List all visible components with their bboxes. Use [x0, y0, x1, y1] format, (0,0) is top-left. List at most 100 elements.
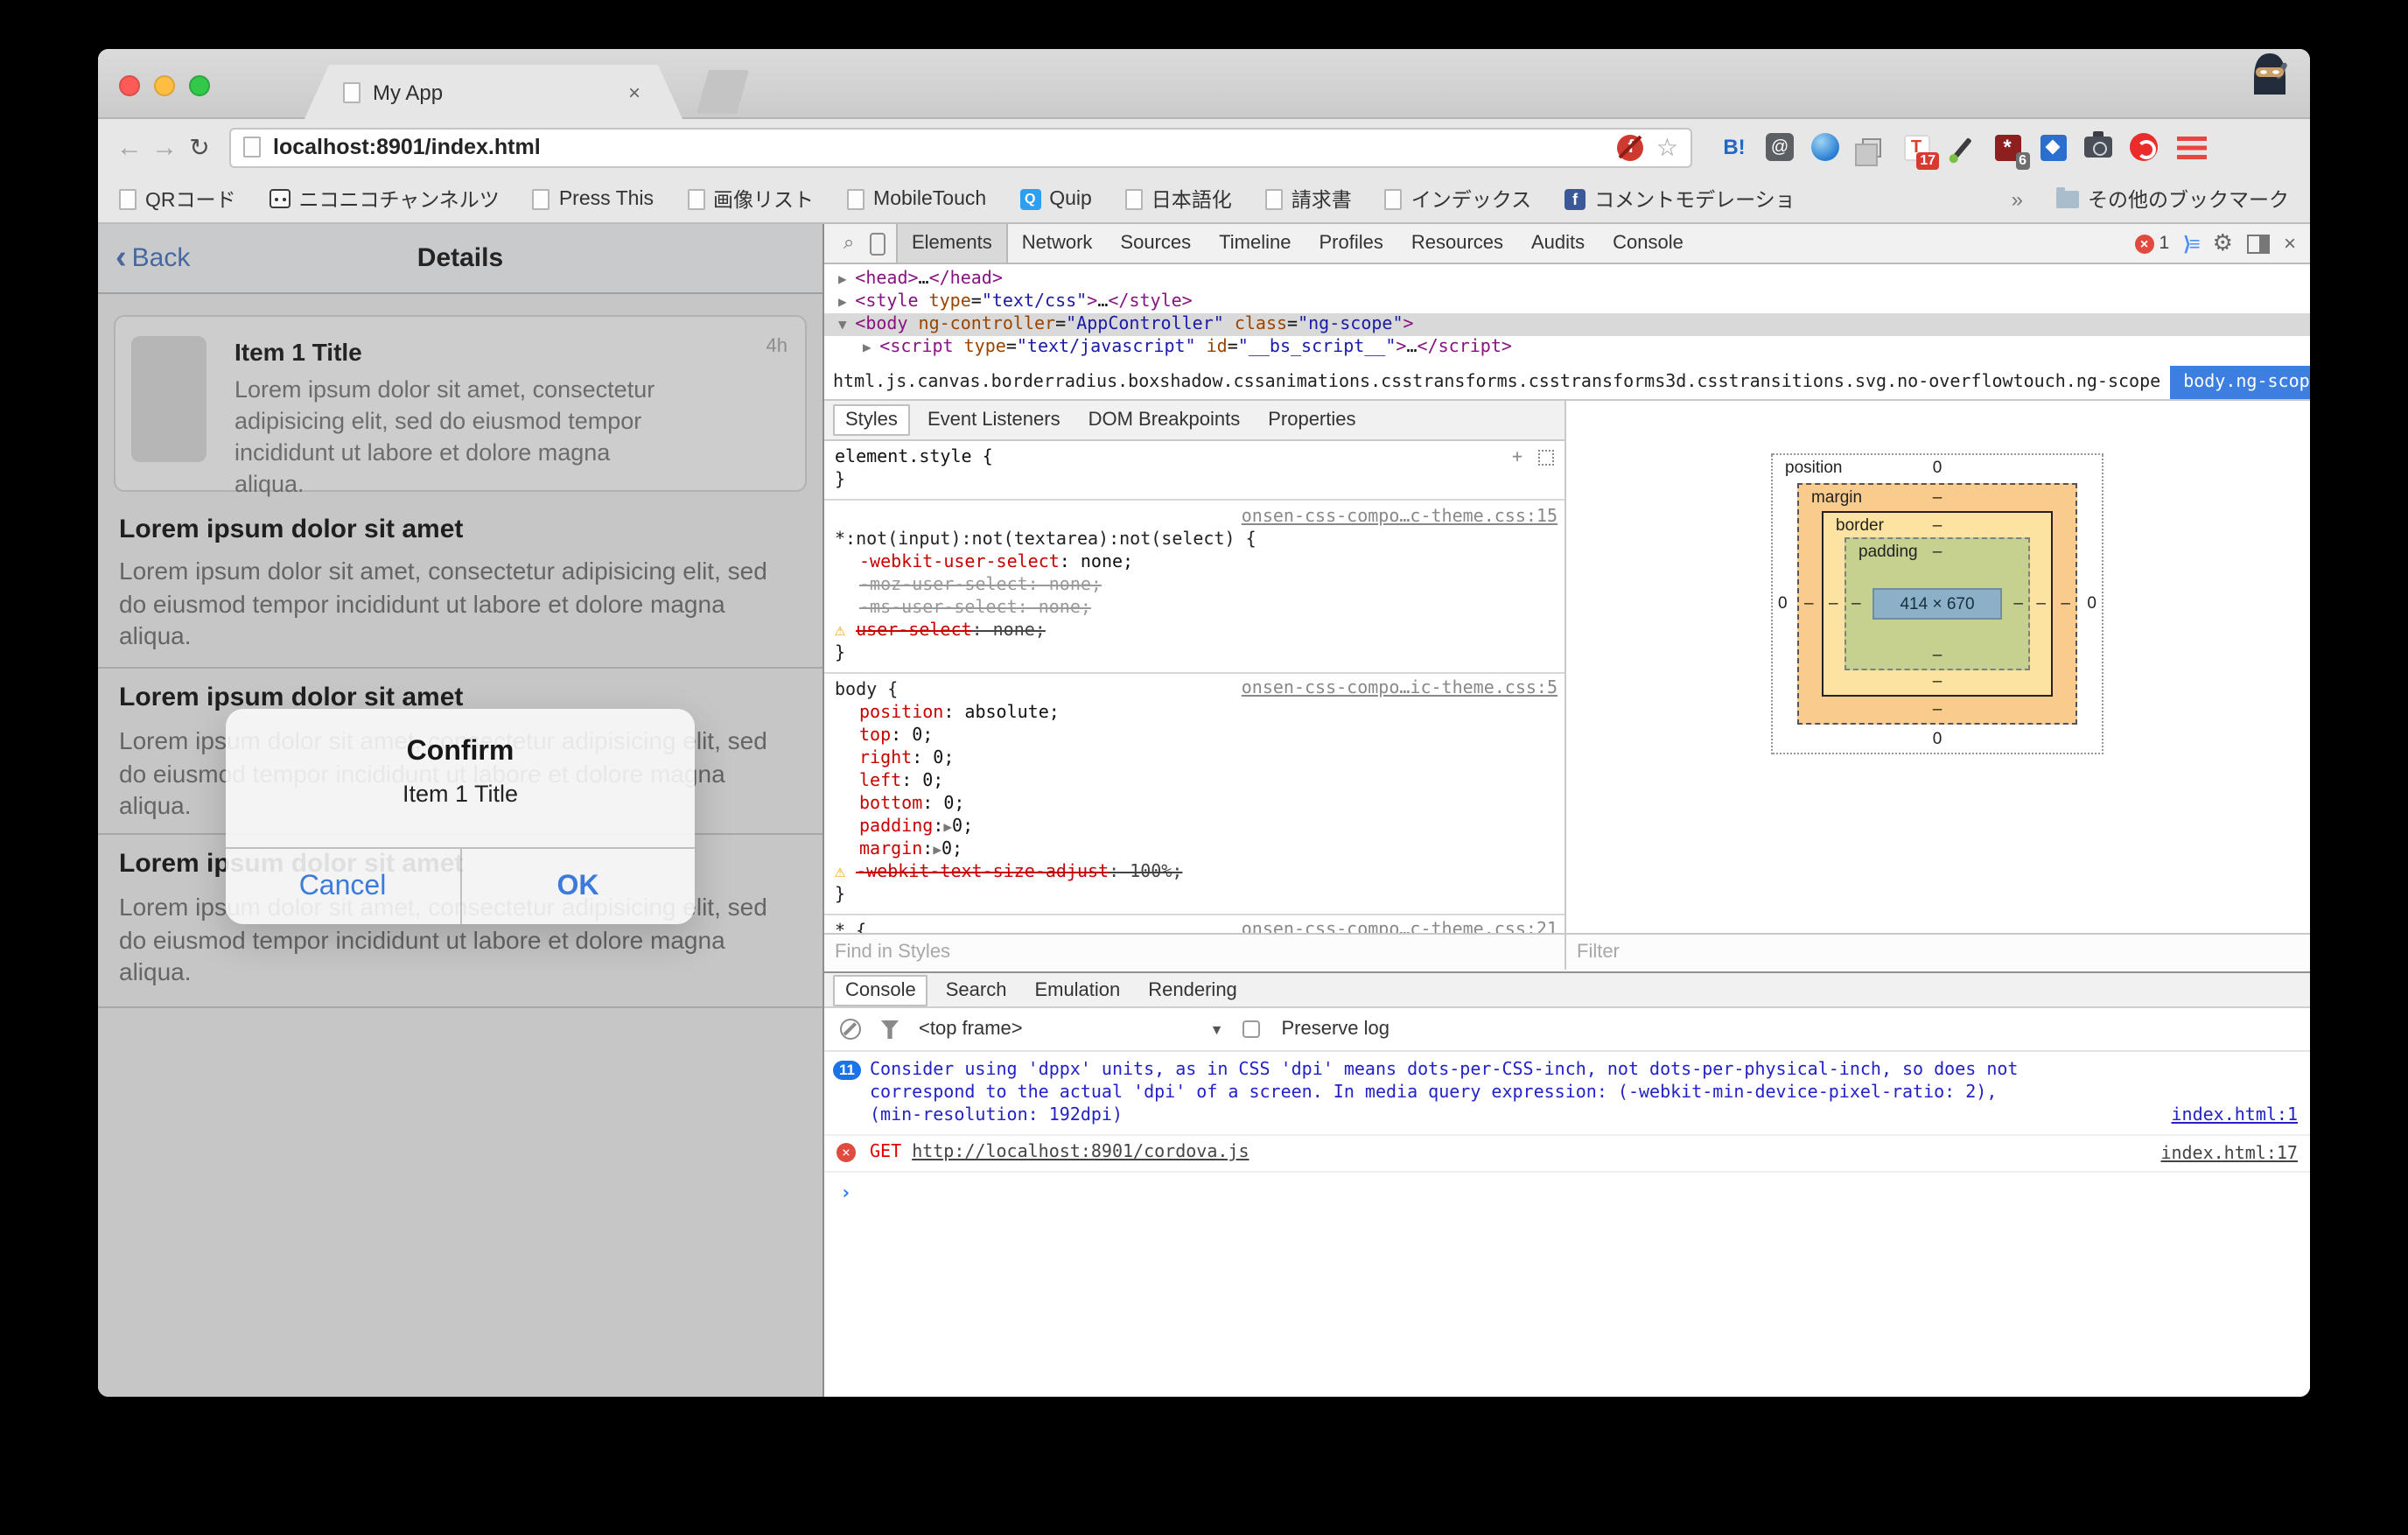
settings-gear-icon[interactable]: ⚙ [2213, 229, 2233, 257]
asterisk-extension-icon[interactable]: *6 [1992, 131, 2023, 163]
hatena-extension-icon[interactable]: B! [1718, 131, 1750, 163]
box-model-content-size: 414 × 670 [1872, 588, 2002, 620]
console-source-link[interactable]: index.html:1 [2172, 1104, 2299, 1127]
item-card-time: 4h [766, 336, 788, 357]
tab-timeline[interactable]: Timeline [1205, 224, 1305, 263]
preserve-log-checkbox[interactable] [1243, 1020, 1261, 1038]
tab-sources[interactable]: Sources [1106, 224, 1205, 263]
bookmark-mobiletouch[interactable]: MobileTouch [847, 188, 986, 209]
ok-button[interactable]: OK [459, 849, 695, 924]
bookmark-nico[interactable]: ニコニコチャンネルツ [270, 185, 500, 213]
at-extension-icon[interactable]: @ [1764, 131, 1796, 163]
breadcrumb-html[interactable]: html.js.canvas.borderradius.boxshadow.cs… [824, 373, 2169, 392]
camera-extension-icon[interactable] [2082, 131, 2114, 163]
list-item-title[interactable]: Lorem ipsum dolor sit amet [119, 515, 802, 544]
tab-dom-breakpoints[interactable]: DOM Breakpoints [1078, 406, 1251, 434]
tab-properties[interactable]: Properties [1257, 406, 1366, 434]
diamond-extension-icon[interactable] [2037, 131, 2068, 163]
find-in-styles-input[interactable]: Find in Styles [824, 933, 1566, 970]
repeat-count-badge: 11 [833, 1061, 861, 1080]
bookmark-seikyusho[interactable]: 請求書 [1265, 185, 1352, 213]
item-card[interactable]: Item 1 Title 4h Lorem ipsum dolor sit am… [114, 315, 807, 492]
css-rule-user-select[interactable]: onsen-css-compo…c-theme.css:15 *:not(inp… [824, 501, 1564, 674]
tab-close-icon[interactable]: × [625, 80, 644, 104]
desktop: My App × ← → ↻ localhost:8901/index.ht [0, 0, 2408, 1535]
close-window-button[interactable] [119, 75, 140, 96]
chrome-menu-icon[interactable] [2177, 136, 2207, 158]
breadcrumb-body-selected[interactable]: body.ng-scope [2169, 366, 2310, 399]
box-model-diagram[interactable]: position 0 0 0 0 margin – – – – border [1771, 453, 2104, 754]
search-icon[interactable]: ⌕ [831, 232, 866, 255]
css-source-link[interactable]: onsen-css-compo…c-theme.css:21 [1242, 921, 1558, 933]
element-style-rule[interactable]: + element.style { } [824, 441, 1564, 501]
reload-button[interactable]: ↻ [182, 132, 217, 162]
bookmark-nihongoka[interactable]: 日本語化 [1125, 185, 1232, 213]
element-picker-icon[interactable] [1538, 450, 1554, 466]
tab-elements[interactable]: Elements [896, 224, 1008, 263]
tab-search[interactable]: Search [935, 976, 1018, 1004]
authy-extension-icon[interactable] [2128, 131, 2160, 163]
frame-selector-caret-icon[interactable]: ▼ [1210, 1021, 1224, 1037]
layers-extension-icon[interactable] [1855, 131, 1886, 163]
tab-network[interactable]: Network [1008, 224, 1107, 263]
list-item-title[interactable]: Lorem ipsum dolor sit amet [119, 683, 802, 712]
bookmark-gazou[interactable]: 画像リスト [687, 185, 814, 213]
eyedropper-extension-icon[interactable] [1946, 131, 1978, 163]
tab-profiles[interactable]: Profiles [1305, 224, 1396, 263]
tab-resources[interactable]: Resources [1397, 224, 1517, 263]
dom-node-body-selected[interactable]: ▼ <body ng-controller="AppController" cl… [824, 313, 2310, 336]
css-source-link[interactable]: onsen-css-compo…ic-theme.css:5 [1242, 679, 1558, 698]
clear-console-icon[interactable] [840, 1019, 861, 1040]
app-back-button[interactable]: ‹Back [116, 239, 190, 277]
styles-section-tabs: Styles Event Listeners DOM Breakpoints P… [824, 401, 1564, 441]
device-mode-icon[interactable] [870, 232, 886, 255]
computed-filter-input[interactable]: Filter [1566, 933, 2310, 970]
tab-rendering[interactable]: Rendering [1138, 976, 1248, 1004]
dom-node-head[interactable]: ▶ <head>…</head> [824, 268, 2310, 291]
bookmark-qr[interactable]: QRコード [119, 185, 236, 213]
globe-extension-icon[interactable] [1810, 131, 1841, 163]
minimize-window-button[interactable] [154, 75, 175, 96]
tab-audits[interactable]: Audits [1517, 224, 1599, 263]
address-bar[interactable]: localhost:8901/index.html f ☆ [229, 127, 1692, 167]
tab-styles[interactable]: Styles [833, 404, 910, 436]
dom-node-style[interactable]: ▶ <style type="text/css">…</style> [824, 291, 2310, 313]
app-toolbar: ‹Back Details [98, 224, 822, 294]
browser-tab[interactable]: My App × [304, 65, 682, 119]
dom-node-script[interactable]: ▶ <script type="text/javascript" id="__b… [824, 336, 2310, 359]
window-controls [119, 75, 210, 96]
cancel-button[interactable]: Cancel [226, 849, 459, 924]
td-extension-icon[interactable]: T17 [1900, 131, 1932, 163]
bookmark-pressthis[interactable]: Press This [533, 188, 654, 209]
other-bookmarks-button[interactable]: その他のブックマーク [2056, 185, 2289, 213]
url-text[interactable]: localhost:8901/index.html [273, 135, 1618, 159]
tab-event-listeners[interactable]: Event Listeners [917, 406, 1071, 434]
error-count-badge[interactable]: ×1 [2135, 233, 2170, 254]
bookmark-star-icon[interactable]: ☆ [1656, 132, 1678, 162]
tab-console[interactable]: Console [1599, 224, 1698, 263]
bookmark-index[interactable]: インデックス [1385, 185, 1531, 213]
css-rule-star[interactable]: onsen-css-compo…c-theme.css:21 * { [824, 915, 1564, 933]
bookmark-comment-moderation[interactable]: fコメントモデレーショ [1564, 185, 1796, 213]
new-tab-button[interactable] [696, 70, 749, 114]
tab-emulation[interactable]: Emulation [1024, 976, 1130, 1004]
page-icon [687, 188, 704, 209]
tab-console[interactable]: Console [833, 974, 928, 1006]
console-source-link[interactable]: index.html:17 [2160, 1143, 2298, 1166]
bookmarks-overflow-icon[interactable]: » [2012, 186, 2023, 211]
filter-icon[interactable] [880, 1020, 900, 1039]
back-button[interactable]: ← [112, 132, 147, 162]
bookmark-quip[interactable]: QQuip [1019, 188, 1092, 209]
css-rule-body[interactable]: onsen-css-compo…ic-theme.css:5 body { po… [824, 674, 1564, 915]
frame-selector[interactable]: <top frame> [919, 1019, 1023, 1040]
dialog-buttons: Cancel OK [226, 847, 695, 924]
flashblock-icon[interactable]: f [1618, 134, 1644, 160]
zoom-window-button[interactable] [189, 75, 210, 96]
forward-button[interactable]: → [147, 132, 182, 162]
dock-side-icon[interactable] [2247, 234, 2270, 253]
new-style-rule-icon[interactable]: + [1512, 448, 1522, 467]
css-source-link[interactable]: onsen-css-compo…c-theme.css:15 [835, 506, 1558, 529]
devtools-close-icon[interactable]: × [2284, 231, 2296, 256]
console-prompt[interactable]: › [824, 1173, 2310, 1204]
console-drawer-icon[interactable]: ⟩≡ [2183, 232, 2198, 255]
